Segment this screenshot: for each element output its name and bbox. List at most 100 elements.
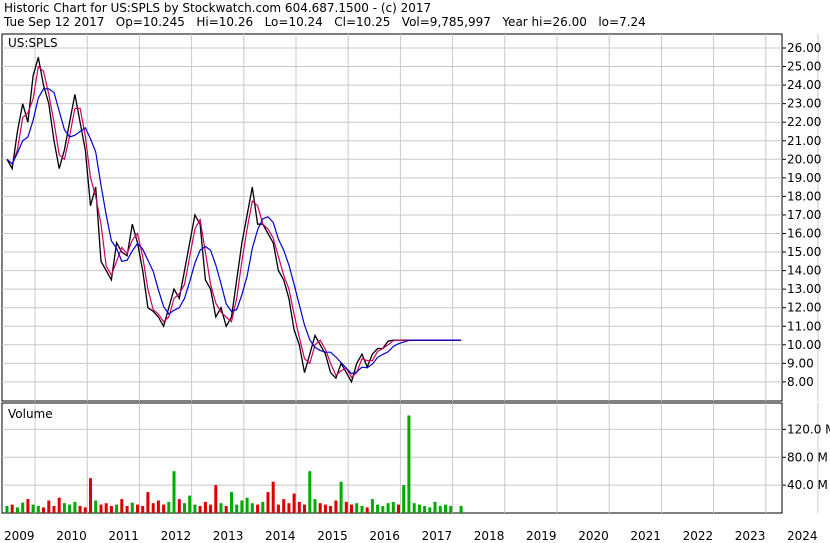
price-panel xyxy=(1,33,783,402)
year-tick-label: 2015 xyxy=(317,529,348,543)
volume-tick-label: 40.0 M xyxy=(787,478,828,492)
volume-bar xyxy=(68,504,72,513)
year-tick-label: 2022 xyxy=(683,529,714,543)
volume-bar xyxy=(94,500,98,513)
volume-bar xyxy=(397,504,400,513)
price-tick-label: 14.00 xyxy=(787,264,821,278)
price-tick-label: 8.00 xyxy=(787,375,814,389)
volume-axis: 120.0 M 80.0 M 40.0 M xyxy=(782,422,830,492)
volume-bar xyxy=(250,503,254,513)
volume-bar xyxy=(224,506,228,513)
volume-bar xyxy=(339,481,343,513)
volume-bar xyxy=(120,499,124,513)
volume-bar xyxy=(115,504,119,513)
volume-bar xyxy=(266,492,270,513)
year-tick-label: 2024 xyxy=(787,529,818,543)
year-tick-label: 2016 xyxy=(369,529,400,543)
volume-bar xyxy=(5,506,9,513)
volume-bar xyxy=(183,503,186,513)
volume-bar xyxy=(146,492,150,513)
price-tick-label: 24.00 xyxy=(787,78,821,92)
volume-bar xyxy=(89,478,92,513)
volume-bar xyxy=(360,506,364,513)
price-tick-label: 19.00 xyxy=(787,171,821,185)
volume-bar xyxy=(329,506,333,513)
volume-bar xyxy=(198,506,202,513)
volume-bar xyxy=(230,492,233,513)
volume-bar xyxy=(188,495,192,513)
volume-bar xyxy=(256,504,260,513)
volume-bar xyxy=(323,504,327,513)
price-tick-label: 21.00 xyxy=(787,134,821,148)
year-tick-label: 2023 xyxy=(735,529,766,543)
volume-bar xyxy=(209,504,213,513)
volume-bar xyxy=(334,500,338,513)
volume-tick-label: 120.0 M xyxy=(787,422,830,436)
volume-bar xyxy=(125,506,129,513)
year-tick-label: 2010 xyxy=(56,529,87,543)
volume-bar xyxy=(162,504,166,513)
volume-bar xyxy=(57,497,61,513)
volume-bar xyxy=(308,471,312,513)
volume-bar xyxy=(245,497,249,513)
x-axis: 2009 2010 2011 2012 2013 2014 2015 2016 2017 2018… xyxy=(4,529,818,543)
price-tick-label: 13.00 xyxy=(787,282,821,296)
volume-bar xyxy=(172,471,176,513)
volume-bar xyxy=(370,499,374,513)
volume-bar xyxy=(261,501,265,513)
volume-bar xyxy=(240,500,244,513)
volume-bar xyxy=(386,503,390,513)
volume-bar xyxy=(203,501,207,513)
volume-panel xyxy=(1,402,783,514)
volume-bar xyxy=(130,502,134,513)
volume-bar xyxy=(136,504,139,513)
volume-bar xyxy=(36,506,40,513)
volume-bar xyxy=(109,506,113,513)
volume-bar xyxy=(381,506,385,513)
year-tick-label: 2021 xyxy=(630,529,661,543)
volume-bar xyxy=(271,481,275,513)
volume-bar xyxy=(151,503,155,513)
volume-tick-label: 80.0 M xyxy=(787,450,828,464)
year-tick-label: 2018 xyxy=(474,529,505,543)
year-tick-label: 2013 xyxy=(213,529,244,543)
volume-bar xyxy=(235,504,239,513)
volume-bar xyxy=(276,504,280,513)
volume-bar xyxy=(365,507,369,513)
price-tick-label: 17.00 xyxy=(787,208,821,222)
volume-bar xyxy=(344,501,348,513)
year-tick-label: 2011 xyxy=(108,529,139,543)
volume-bar xyxy=(26,499,30,513)
price-tick-label: 15.00 xyxy=(787,245,821,259)
volume-bar xyxy=(355,503,359,513)
stock-chart: 26.00 25.00 24.00 23.00 22.00 21.00 20.00 19.00… xyxy=(1,33,830,543)
volume-bar xyxy=(156,500,160,513)
volume-label: Volume xyxy=(8,407,53,421)
price-tick-label: 9.00 xyxy=(787,356,814,370)
volume-bar xyxy=(459,506,463,513)
volume-bar xyxy=(99,504,103,513)
volume-bar xyxy=(444,504,447,513)
volume-bar xyxy=(423,506,427,513)
price-tick-label: 26.00 xyxy=(787,41,821,55)
volume-bar xyxy=(350,504,353,513)
volume-bar xyxy=(83,507,87,513)
price-tick-label: 25.00 xyxy=(787,60,821,74)
year-tick-label: 2012 xyxy=(161,529,192,543)
volume-bar xyxy=(52,506,56,513)
volume-bar xyxy=(104,503,108,513)
volume-bar xyxy=(10,504,14,513)
volume-bar xyxy=(15,507,19,513)
volume-bar xyxy=(47,500,51,513)
volume-bar xyxy=(318,503,322,513)
year-tick-label: 2019 xyxy=(526,529,557,543)
volume-bar xyxy=(42,507,45,513)
volume-bar xyxy=(73,501,77,513)
volume-bar xyxy=(287,503,291,513)
volume-bar xyxy=(391,501,395,513)
volume-bar xyxy=(303,504,306,513)
year-tick-label: 2020 xyxy=(578,529,609,543)
volume-bar xyxy=(407,415,411,513)
price-tick-label: 20.00 xyxy=(787,152,821,166)
volume-bar xyxy=(433,501,437,513)
